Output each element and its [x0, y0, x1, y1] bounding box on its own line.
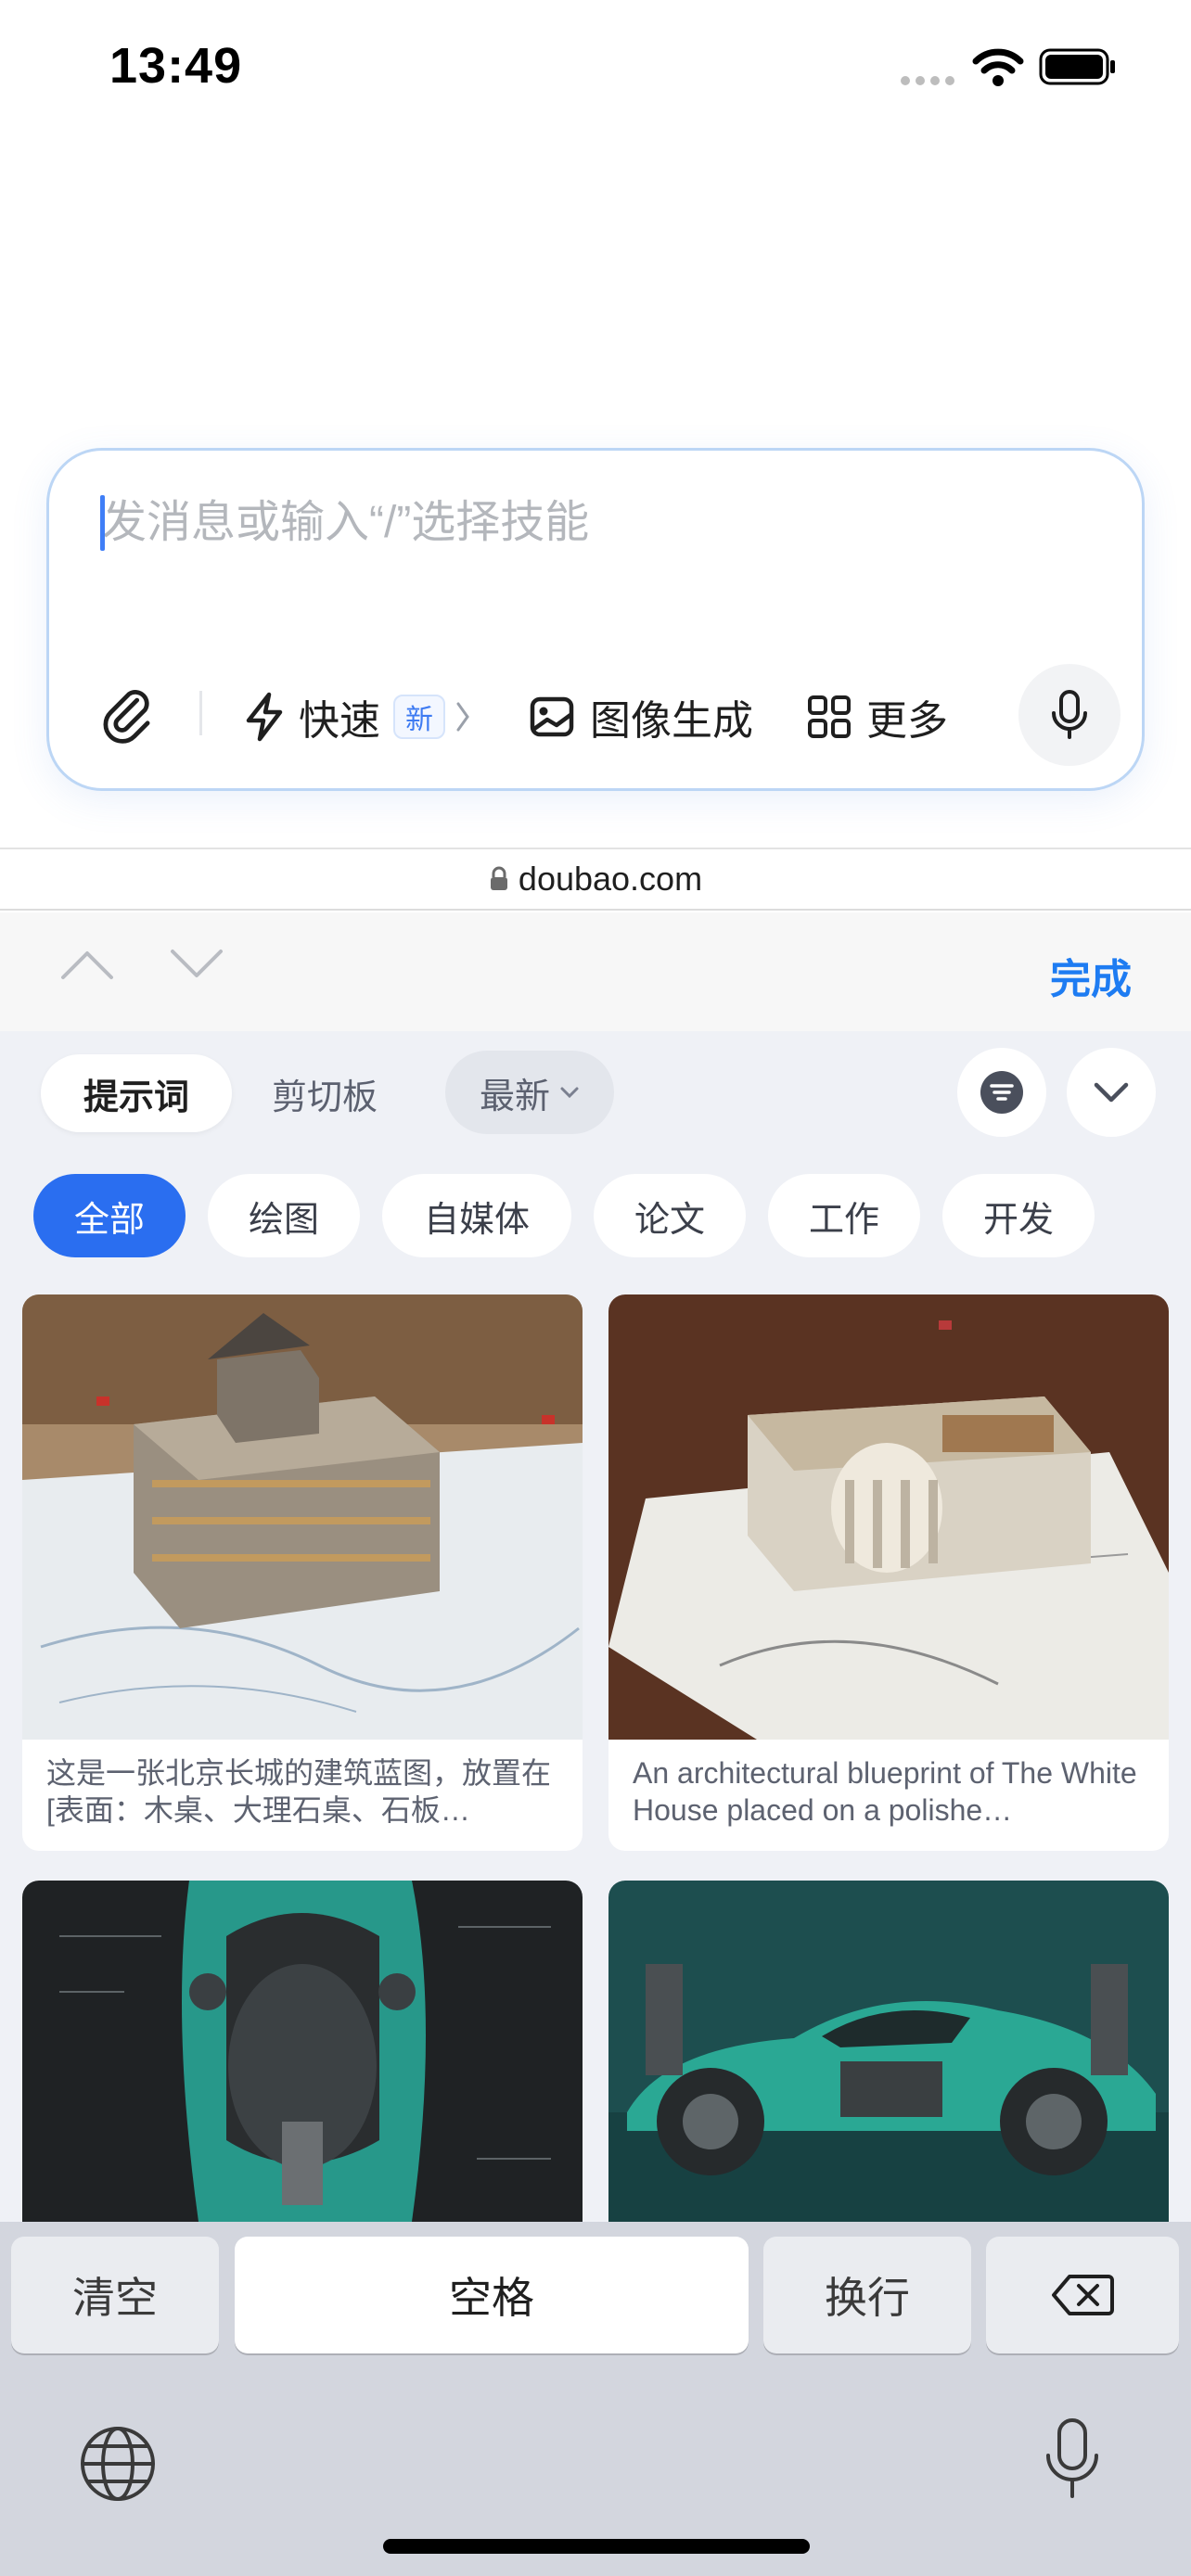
sort-label: 最新: [479, 1077, 550, 1116]
category-chip-work[interactable]: 工作: [768, 1174, 920, 1257]
filter-button[interactable]: [957, 1048, 1046, 1137]
prompt-card[interactable]: An architectural blueprint of The White …: [608, 1294, 1169, 1851]
prompt-card[interactable]: [608, 1881, 1169, 2222]
globe-icon[interactable]: [78, 2424, 158, 2504]
previous-field-button[interactable]: [59, 946, 115, 983]
sort-dropdown[interactable]: 最新: [445, 1051, 614, 1134]
card-image: [22, 1881, 583, 2222]
prompt-card[interactable]: 这是一张北京长城的建筑蓝图，放置在[表面：木桌、大理石桌、石板…: [22, 1294, 583, 1851]
chevron-up-icon: [61, 951, 113, 979]
prompt-card[interactable]: [22, 1881, 583, 2222]
quick-mode-button[interactable]: 快速 新: [243, 684, 471, 749]
url-bar[interactable]: doubao.com: [0, 848, 1191, 911]
newline-key[interactable]: 换行: [763, 2237, 971, 2353]
collapse-panel-button[interactable]: [1067, 1048, 1156, 1137]
next-field-button[interactable]: [169, 946, 224, 983]
paperclip-icon: [103, 690, 150, 744]
grid-icon: [808, 695, 851, 738]
category-chip-paper[interactable]: 论文: [594, 1174, 746, 1257]
chevron-down-icon: [1094, 1082, 1129, 1103]
message-input[interactable]: 发消息或输入“/”选择技能: [102, 495, 589, 551]
tab-prompts[interactable]: 提示词: [41, 1054, 232, 1132]
backspace-icon: [1052, 2275, 1114, 2315]
delete-key[interactable]: [986, 2237, 1179, 2353]
lightning-icon: [246, 692, 283, 742]
filter-icon: [980, 1071, 1023, 1114]
space-key[interactable]: 空格: [235, 2237, 749, 2353]
card-image: [608, 1881, 1169, 2222]
clear-key[interactable]: 清空: [11, 2237, 219, 2353]
status-time: 13:49: [109, 38, 243, 94]
chevron-down-icon: [171, 950, 223, 977]
chevron-right-icon: [456, 702, 469, 732]
more-label: 更多: [866, 698, 948, 744]
card-caption: 这是一张北京长城的建筑蓝图，放置在[表面：木桌、大理石桌、石板…: [46, 1756, 552, 1827]
card-image: [608, 1294, 1169, 1740]
url-domain: doubao.com: [518, 860, 703, 898]
battery-icon: [1039, 48, 1117, 85]
status-bar: 13:49: [0, 0, 1191, 130]
signal-icon: [900, 74, 957, 87]
attach-button[interactable]: [96, 684, 161, 749]
toolbar-divider: [199, 691, 202, 735]
category-chip-media[interactable]: 自媒体: [382, 1174, 571, 1257]
new-badge: 新: [393, 695, 445, 739]
category-chip-dev[interactable]: 开发: [942, 1174, 1095, 1257]
dictation-microphone-icon[interactable]: [1043, 2417, 1102, 2502]
chevron-down-icon: [560, 1087, 579, 1099]
category-chip-all[interactable]: 全部: [33, 1174, 186, 1257]
image-icon: [530, 696, 574, 737]
lock-icon: [490, 866, 507, 890]
quick-mode-label: 快速: [299, 698, 380, 744]
text-caret: [100, 495, 105, 551]
done-button[interactable]: 完成: [1050, 946, 1132, 1005]
card-image: [22, 1294, 583, 1740]
more-button[interactable]: 更多: [807, 684, 948, 749]
image-generation-label: 图像生成: [590, 698, 753, 744]
voice-input-button[interactable]: [1018, 664, 1121, 766]
card-caption: An architectural blueprint of The White …: [633, 1756, 1137, 1827]
microphone-icon: [1052, 690, 1087, 739]
tab-clipboard[interactable]: 剪切板: [250, 1054, 399, 1132]
wifi-icon: [972, 46, 1024, 87]
image-generation-button[interactable]: 图像生成: [529, 684, 753, 749]
home-indicator[interactable]: [383, 2539, 810, 2554]
category-chip-drawing[interactable]: 绘图: [208, 1174, 360, 1257]
